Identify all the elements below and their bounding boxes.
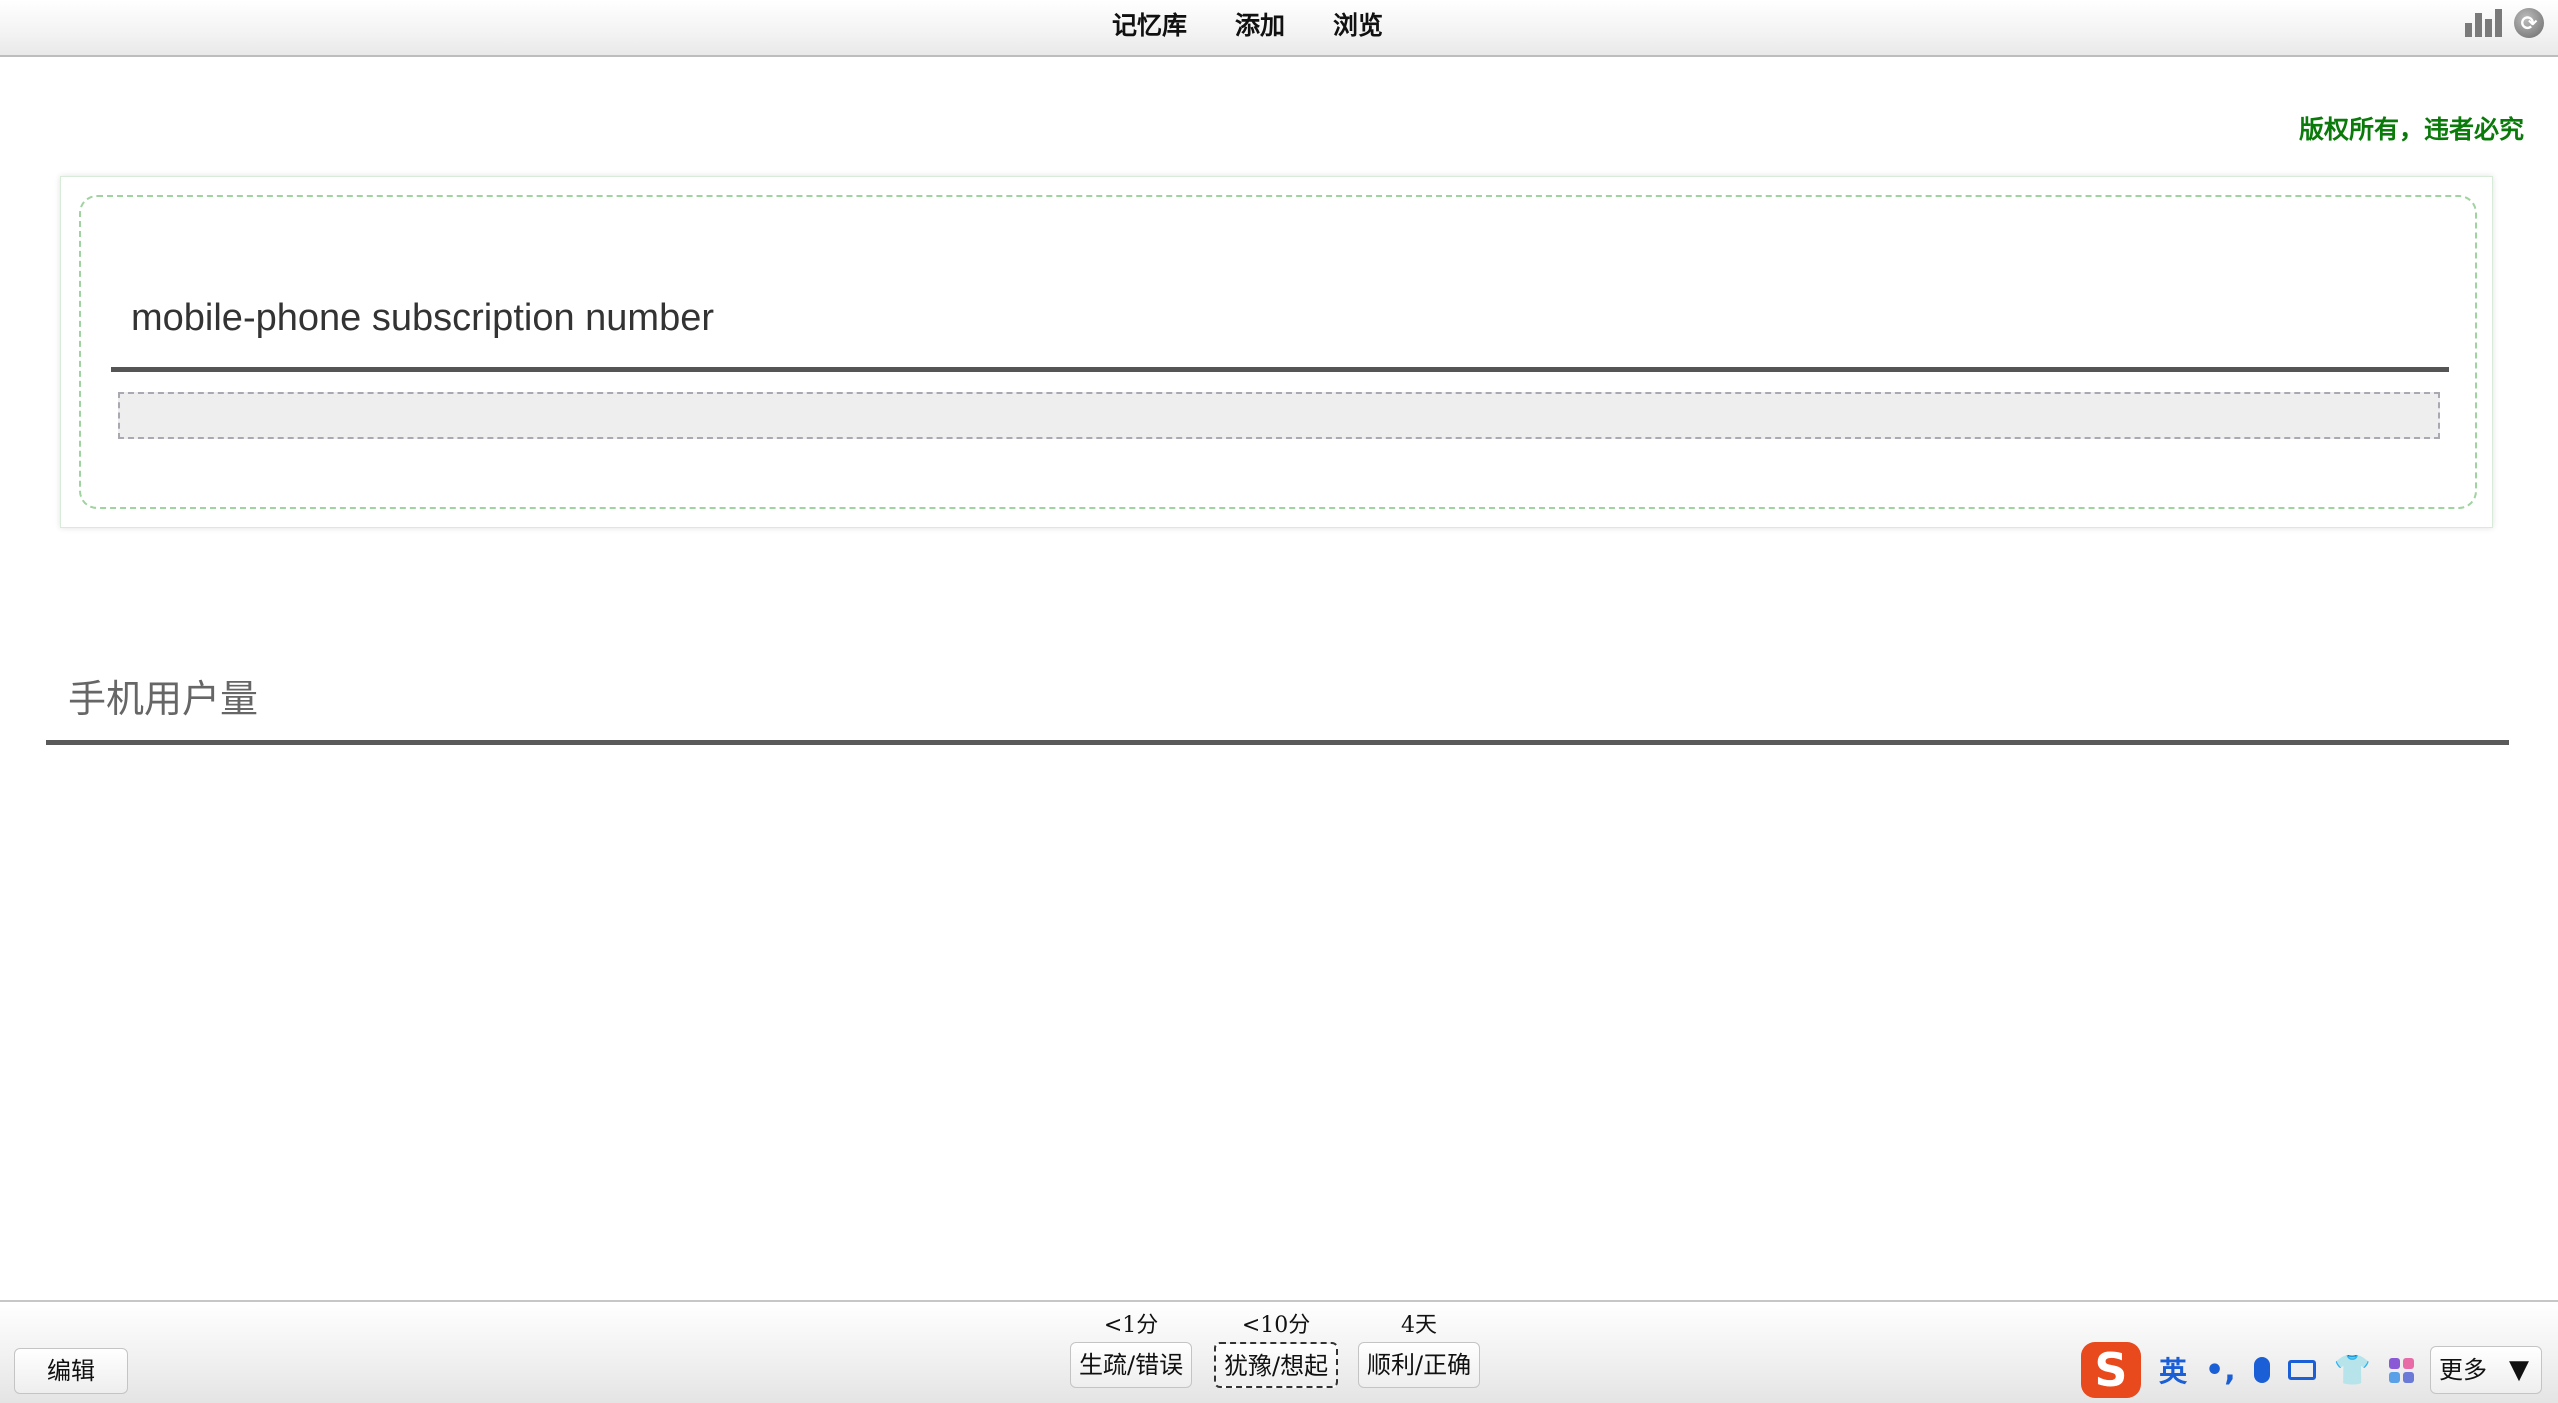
edit-button[interactable]: 编辑 bbox=[14, 1348, 128, 1394]
nav-decks-button[interactable]: 记忆库 bbox=[1112, 10, 1187, 42]
more-button[interactable]: 更多 ▼ bbox=[2430, 1346, 2542, 1394]
ime-punctuation-toggle[interactable]: •, bbox=[2205, 1353, 2236, 1388]
copyright-notice: 版权所有，违者必究 bbox=[2298, 115, 2524, 144]
grade-good: 4天 顺利/正确 bbox=[1358, 1310, 1481, 1388]
ime-toolbar: S 英 •, 👕 bbox=[2081, 1342, 2414, 1398]
dropdown-arrow-icon: ▼ bbox=[2509, 1355, 2529, 1385]
grade-again-interval: <1分 bbox=[1103, 1313, 1159, 1338]
bottom-toolbar: 编辑 <1分 生疏/错误 <10分 犹豫/想起 4天 顺利/正确 S 英 •, … bbox=[0, 1300, 2558, 1403]
nav-browse-button[interactable]: 浏览 bbox=[1333, 10, 1383, 42]
grade-hard-button[interactable]: 犹豫/想起 bbox=[1214, 1342, 1339, 1388]
stats-icon[interactable] bbox=[2465, 9, 2502, 37]
answer-divider bbox=[46, 740, 2509, 745]
grade-again-button[interactable]: 生疏/错误 bbox=[1070, 1342, 1193, 1388]
skin-shirt-icon[interactable]: 👕 bbox=[2334, 1353, 2371, 1388]
more-label: 更多 bbox=[2439, 1356, 2487, 1384]
question-divider bbox=[111, 367, 2449, 372]
grade-good-button[interactable]: 顺利/正确 bbox=[1358, 1342, 1481, 1388]
question-text: mobile-phone subscription number bbox=[131, 297, 714, 339]
grade-hard-interval: <10分 bbox=[1241, 1313, 1311, 1338]
nav-add-button[interactable]: 添加 bbox=[1235, 10, 1285, 42]
question-card-frame: mobile-phone subscription number bbox=[79, 195, 2477, 509]
keyboard-icon[interactable] bbox=[2287, 1360, 2316, 1380]
sogou-logo-icon[interactable]: S bbox=[2081, 1342, 2141, 1398]
microphone-icon[interactable] bbox=[2253, 1357, 2270, 1383]
answer-text: 手机用户量 bbox=[68, 677, 259, 721]
grade-good-interval: 4天 bbox=[1401, 1313, 1438, 1338]
grade-again: <1分 生疏/错误 bbox=[1070, 1310, 1193, 1388]
main-nav: 记忆库 添加 浏览 bbox=[1112, 10, 1383, 42]
ime-language-toggle[interactable]: 英 bbox=[2159, 1350, 2187, 1390]
toolbox-grid-icon[interactable] bbox=[2388, 1357, 2414, 1383]
top-toolbar: 记忆库 添加 浏览 ⟳ bbox=[0, 0, 2558, 57]
sync-icon[interactable]: ⟳ bbox=[2514, 8, 2544, 38]
grade-hard: <10分 犹豫/想起 bbox=[1214, 1310, 1339, 1388]
question-card: mobile-phone subscription number bbox=[60, 176, 2493, 528]
answer-input[interactable] bbox=[118, 392, 2440, 439]
top-right-icons: ⟳ bbox=[2465, 8, 2544, 38]
